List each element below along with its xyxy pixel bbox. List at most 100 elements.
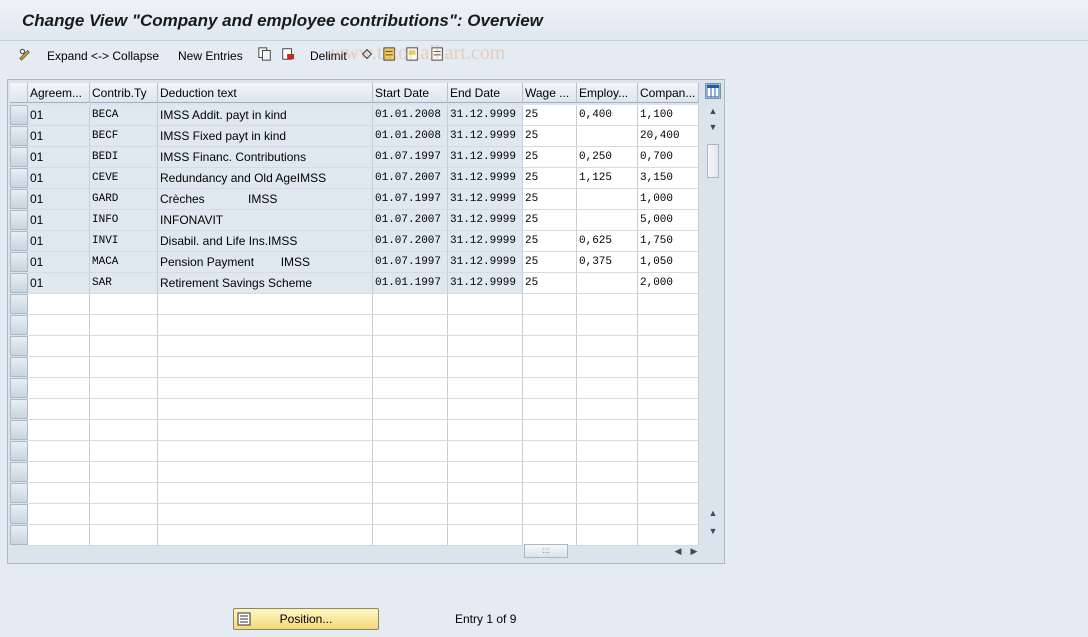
empty-cell[interactable] (90, 399, 158, 420)
empty-cell[interactable] (638, 378, 699, 399)
empty-cell[interactable] (523, 525, 577, 546)
empty-cell[interactable] (638, 462, 699, 483)
new-entries-button[interactable]: New Entries (178, 47, 243, 65)
empty-cell[interactable] (373, 378, 448, 399)
empty-cell[interactable] (523, 294, 577, 315)
vertical-scrollbar[interactable]: ▲ ▼ ▲ ▼ (705, 104, 721, 542)
empty-cell[interactable] (448, 483, 523, 504)
empty-cell[interactable] (158, 399, 373, 420)
empty-cell[interactable] (28, 336, 90, 357)
empty-cell[interactable] (577, 441, 638, 462)
empty-cell[interactable] (448, 294, 523, 315)
horizontal-scrollbar[interactable]: ::: ◀ ▶ (524, 544, 702, 558)
empty-cell[interactable] (577, 504, 638, 525)
empty-cell[interactable] (28, 525, 90, 546)
row-selector[interactable] (10, 420, 28, 440)
delete-icon[interactable] (281, 46, 295, 62)
empty-cell[interactable] (28, 294, 90, 315)
table-cell[interactable]: 0,375 (577, 252, 638, 273)
table-cell[interactable] (577, 126, 638, 147)
table-settings-icon[interactable] (705, 83, 721, 99)
row-selector[interactable] (10, 231, 28, 251)
empty-cell[interactable] (373, 525, 448, 546)
page-up-arrow-icon[interactable]: ▲ (705, 506, 721, 520)
table-cell[interactable]: 25 (523, 252, 577, 273)
position-button[interactable]: Position... (233, 608, 379, 630)
pencil-glasses-icon[interactable] (18, 46, 32, 62)
empty-cell[interactable] (577, 315, 638, 336)
empty-cell[interactable] (638, 420, 699, 441)
table-cell[interactable]: 1,050 (638, 252, 699, 273)
table-cell[interactable] (577, 189, 638, 210)
table-cell[interactable]: 1,125 (577, 168, 638, 189)
empty-cell[interactable] (158, 294, 373, 315)
empty-cell[interactable] (523, 420, 577, 441)
empty-cell[interactable] (158, 441, 373, 462)
empty-cell[interactable] (158, 462, 373, 483)
row-selector[interactable] (10, 483, 28, 503)
empty-cell[interactable] (523, 462, 577, 483)
empty-cell[interactable] (28, 357, 90, 378)
table-cell[interactable]: 25 (523, 210, 577, 231)
col-agreement-header[interactable]: Agreem... (28, 83, 90, 103)
empty-cell[interactable] (158, 504, 373, 525)
row-selector[interactable] (10, 147, 28, 167)
table-cell[interactable]: 25 (523, 105, 577, 126)
col-employee-header[interactable]: Employ... (577, 83, 638, 103)
table-cell[interactable]: 0,700 (638, 147, 699, 168)
empty-cell[interactable] (90, 336, 158, 357)
row-selector[interactable] (10, 105, 28, 125)
row-selector[interactable] (10, 462, 28, 482)
empty-cell[interactable] (90, 357, 158, 378)
row-selector[interactable] (10, 525, 28, 545)
table-cell[interactable]: 20,400 (638, 126, 699, 147)
row-selector[interactable] (10, 252, 28, 272)
col-start-date-header[interactable]: Start Date (373, 83, 448, 103)
empty-cell[interactable] (448, 315, 523, 336)
empty-cell[interactable] (577, 357, 638, 378)
empty-cell[interactable] (577, 525, 638, 546)
row-selector[interactable] (10, 357, 28, 377)
row-selector[interactable] (10, 504, 28, 524)
empty-cell[interactable] (373, 336, 448, 357)
empty-cell[interactable] (90, 378, 158, 399)
table-cell[interactable]: 25 (523, 189, 577, 210)
empty-cell[interactable] (90, 525, 158, 546)
select-all-corner[interactable] (10, 83, 28, 103)
row-selector[interactable] (10, 441, 28, 461)
scroll-right-arrow-icon[interactable]: ▶ (686, 544, 702, 558)
scroll-down-arrow-icon[interactable]: ▼ (705, 524, 721, 538)
row-selector[interactable] (10, 126, 28, 146)
col-company-header[interactable]: Compan... (638, 83, 699, 103)
empty-cell[interactable] (158, 357, 373, 378)
empty-cell[interactable] (638, 399, 699, 420)
empty-cell[interactable] (373, 399, 448, 420)
empty-cell[interactable] (158, 483, 373, 504)
table-cell[interactable]: 25 (523, 147, 577, 168)
empty-cell[interactable] (90, 420, 158, 441)
table-cell[interactable]: 0,625 (577, 231, 638, 252)
empty-cell[interactable] (523, 399, 577, 420)
empty-cell[interactable] (28, 462, 90, 483)
empty-cell[interactable] (577, 483, 638, 504)
empty-cell[interactable] (28, 420, 90, 441)
empty-cell[interactable] (523, 336, 577, 357)
empty-cell[interactable] (523, 315, 577, 336)
empty-cell[interactable] (90, 504, 158, 525)
empty-cell[interactable] (638, 336, 699, 357)
empty-cell[interactable] (448, 336, 523, 357)
table-cell[interactable]: 25 (523, 126, 577, 147)
row-selector[interactable] (10, 378, 28, 398)
col-deduction-text-header[interactable]: Deduction text (158, 83, 373, 103)
empty-cell[interactable] (638, 441, 699, 462)
scroll-up-arrow-icon[interactable]: ▲ (705, 104, 721, 118)
table-cell[interactable]: 25 (523, 168, 577, 189)
empty-cell[interactable] (28, 378, 90, 399)
empty-cell[interactable] (577, 399, 638, 420)
scroll-thumb[interactable] (707, 144, 719, 178)
empty-cell[interactable] (523, 441, 577, 462)
table-cell[interactable]: 1,100 (638, 105, 699, 126)
table-cell[interactable]: 5,000 (638, 210, 699, 231)
row-selector[interactable] (10, 273, 28, 293)
expand-collapse-button[interactable]: Expand <-> Collapse (47, 47, 159, 65)
